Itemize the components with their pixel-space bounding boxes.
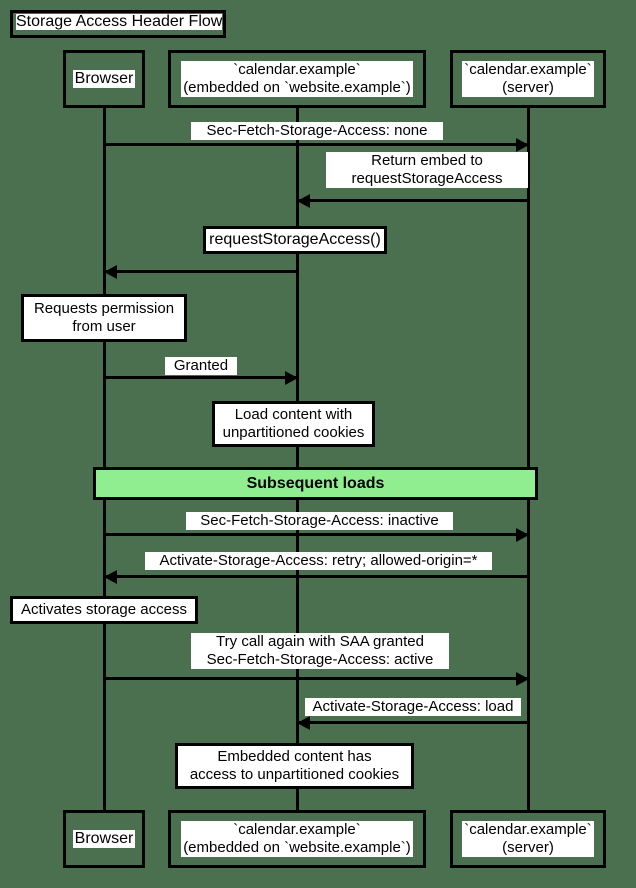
arrow-head-activate-load: [297, 716, 310, 730]
note-activates-storage-access: Activates storage access: [10, 596, 198, 624]
participant-embed-top[interactable]: `calendar.example` (embedded on `website…: [168, 50, 426, 108]
note-embedded-content-access: Embedded content has access to unpartiti…: [175, 743, 414, 789]
message-line-sec-fetch-none: [104, 143, 528, 146]
arrow-head-sec-fetch-inactive: [516, 528, 529, 542]
message-label-granted: Granted: [165, 357, 237, 375]
arrow-head-granted: [285, 371, 298, 385]
diagram-title: Storage Access Header Flow: [16, 13, 223, 30]
note-load-content: Load content with unpartitioned cookies: [212, 401, 375, 447]
participant-server-label: `calendar.example` (server): [462, 61, 594, 97]
arrow-head-activate-retry: [104, 570, 117, 584]
message-label-sec-fetch-none: Sec-Fetch-Storage-Access: none: [191, 122, 443, 140]
participant-browser-label-bottom: Browser: [72, 829, 136, 849]
message-line-try-call-again: [104, 677, 528, 680]
message-label-activate-retry: Activate-Storage-Access: retry; allowed-…: [145, 552, 492, 570]
lifeline-embed: [296, 108, 299, 810]
message-label-activate-load: Activate-Storage-Access: load: [305, 698, 521, 716]
arrow-head-request-storage-access-back: [104, 265, 117, 279]
message-label-return-embed: Return embed to requestStorageAccess: [326, 152, 528, 188]
note-requests-permission: Requests permission from user: [21, 294, 187, 342]
message-line-sec-fetch-inactive: [104, 533, 528, 536]
participant-server-label-bottom: `calendar.example` (server): [462, 821, 594, 857]
arrow-head-return-embed: [297, 194, 310, 208]
participant-embed-label-bottom: `calendar.example` (embedded on `website…: [181, 821, 413, 857]
message-line-activate-load: [297, 721, 528, 724]
message-line-activate-retry: [104, 575, 528, 578]
participant-embed-bottom[interactable]: `calendar.example` (embedded on `website…: [168, 810, 426, 868]
message-label-try-call-again: Try call again with SAA granted Sec-Fetc…: [191, 633, 449, 669]
message-label-sec-fetch-inactive: Sec-Fetch-Storage-Access: inactive: [186, 512, 453, 530]
lifeline-browser: [103, 108, 106, 810]
sequence-diagram: Storage Access Header Flow Browser `cale…: [0, 0, 636, 888]
participant-server-top[interactable]: `calendar.example` (server): [450, 50, 606, 108]
note-request-storage-access-call: requestStorageAccess(): [203, 226, 387, 254]
message-line-return-embed: [297, 199, 528, 202]
participant-browser-top[interactable]: Browser: [63, 50, 145, 108]
participant-server-bottom[interactable]: `calendar.example` (server): [450, 810, 606, 868]
message-line-request-storage-access-back: [104, 270, 297, 273]
participant-browser-bottom[interactable]: Browser: [63, 810, 145, 868]
message-line-granted: [104, 376, 297, 379]
section-band-subsequent-loads: Subsequent loads: [93, 467, 538, 500]
lifeline-server: [527, 108, 530, 810]
participant-embed-label: `calendar.example` (embedded on `website…: [181, 61, 413, 97]
arrow-head-try-call-again: [516, 672, 529, 686]
arrow-head-sec-fetch-none: [516, 138, 529, 152]
participant-browser-label: Browser: [72, 69, 136, 89]
